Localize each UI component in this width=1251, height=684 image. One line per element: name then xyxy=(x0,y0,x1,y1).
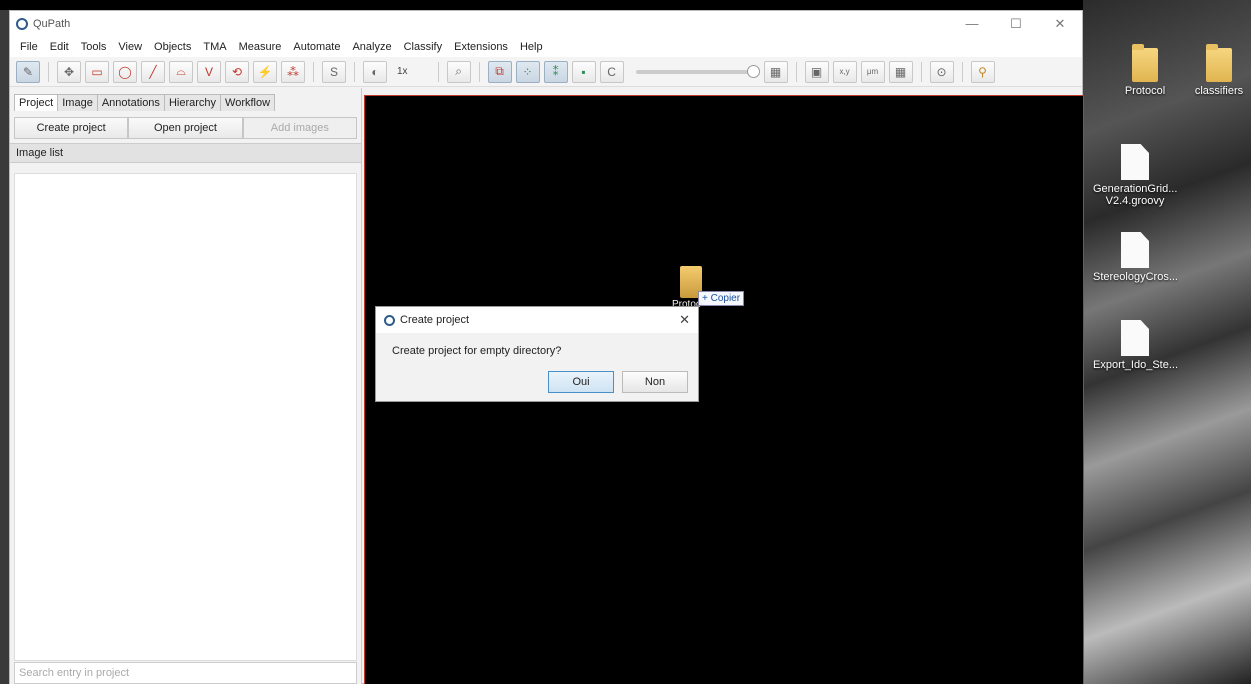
show-connections-icon[interactable]: C xyxy=(599,60,624,83)
line-tool-icon[interactable]: ╱ xyxy=(141,60,165,83)
menu-objects[interactable]: Objects xyxy=(148,41,197,53)
menu-view[interactable]: View xyxy=(112,41,148,53)
desktop-icon-stereology[interactable]: StereologyCros... xyxy=(1093,232,1178,283)
file-icon xyxy=(1121,232,1149,268)
slider-knob[interactable] xyxy=(746,64,760,78)
pencil-tool-icon[interactable]: ✎ xyxy=(16,60,40,83)
desktop-icon-label: Export_Ido_Ste... xyxy=(1093,359,1178,371)
maximize-button[interactable]: ☐ xyxy=(994,16,1038,32)
log-icon[interactable]: ⚲ xyxy=(970,60,995,83)
title-bar: QuPath — ☐ ✕ xyxy=(10,11,1082,37)
tab-annotations[interactable]: Annotations xyxy=(96,94,165,111)
opacity-slider[interactable] xyxy=(635,64,760,78)
oui-button[interactable]: Oui xyxy=(548,371,614,393)
dialog-title-bar: Create project ✕ xyxy=(376,307,698,333)
create-project-dialog: Create project ✕ Create project for empt… xyxy=(375,306,699,402)
toolbar: ✎ ✥ ▭ ◯ ╱ ⌓ V ⟲ ⚡ ⁂ S ◐ 1x ⌕ ⧉ ⁘ ⁑ ▪ C ▦… xyxy=(10,57,1082,87)
menu-classify[interactable]: Classify xyxy=(398,41,449,53)
wand-tool-icon[interactable]: ⚡ xyxy=(253,60,277,83)
fill-detections-icon[interactable]: ▪ xyxy=(571,60,596,83)
add-images-button[interactable]: Add images xyxy=(242,117,357,139)
desktop-icon-classifiers[interactable]: classifiers xyxy=(1187,44,1251,97)
show-tma-grid-icon[interactable]: ⁘ xyxy=(515,60,540,83)
tab-workflow[interactable]: Workflow xyxy=(220,94,276,111)
menu-help[interactable]: Help xyxy=(514,41,549,53)
image-list-header: Image list xyxy=(10,143,361,163)
ellipse-tool-icon[interactable]: ◯ xyxy=(113,60,137,83)
rectangle-tool-icon[interactable]: ▭ xyxy=(85,60,109,83)
show-detections-icon[interactable]: ⁑ xyxy=(543,60,568,83)
folder-icon xyxy=(1206,44,1232,82)
show-scalebar-icon[interactable]: μm xyxy=(860,60,885,83)
show-location-icon[interactable]: x,y xyxy=(832,60,857,83)
create-project-button[interactable]: Create project xyxy=(14,117,129,139)
project-buttons: Create project Open project Add images xyxy=(10,111,361,143)
show-annotations-icon[interactable]: ⧉ xyxy=(487,60,512,83)
qupath-logo-icon xyxy=(384,314,395,326)
dialog-message: Create project for empty directory? xyxy=(392,345,562,357)
menu-analyze[interactable]: Analyze xyxy=(346,41,397,53)
brush-tool-icon[interactable]: ⟲ xyxy=(225,60,249,83)
desktop-icon-export[interactable]: Export_Ido_Ste... xyxy=(1093,320,1178,371)
menu-measure[interactable]: Measure xyxy=(233,41,288,53)
non-button[interactable]: Non xyxy=(622,371,688,393)
menu-tma[interactable]: TMA xyxy=(197,41,232,53)
menu-tools[interactable]: Tools xyxy=(75,41,113,53)
desktop-icon-protocol[interactable]: Protocol xyxy=(1115,44,1175,97)
menu-extensions[interactable]: Extensions xyxy=(448,41,514,53)
measurement-icon[interactable]: ⊙ xyxy=(929,60,954,83)
desktop-icon-generationgrid[interactable]: GenerationGrid... V2.4.groovy xyxy=(1093,144,1177,207)
dialog-close-button[interactable]: ✕ xyxy=(679,312,690,328)
tab-project[interactable]: Project xyxy=(14,94,59,111)
toolbar-separator xyxy=(478,61,480,82)
desktop-icon-label: GenerationGrid... V2.4.groovy xyxy=(1093,183,1178,207)
desktop-icon-label: StereologyCros... xyxy=(1093,271,1178,283)
desktop: Protocol classifiers GenerationGrid... V… xyxy=(1083,0,1251,684)
panel-tabs: Project Image Annotations Hierarchy Work… xyxy=(10,88,361,111)
dialog-title: Create project xyxy=(400,314,470,326)
move-tool-icon[interactable]: ✥ xyxy=(57,60,81,83)
minimize-button[interactable]: — xyxy=(950,16,994,32)
toolbar-separator xyxy=(961,61,963,82)
tab-image[interactable]: Image xyxy=(57,94,98,111)
window-title: QuPath xyxy=(33,18,71,30)
desktop-icon-label: classifiers xyxy=(1194,85,1244,97)
toolbar-separator xyxy=(313,61,314,82)
tab-hierarchy[interactable]: Hierarchy xyxy=(163,94,222,111)
menu-edit[interactable]: Edit xyxy=(44,41,75,53)
file-icon xyxy=(1121,320,1149,356)
polyline-tool-icon[interactable]: V xyxy=(197,60,221,83)
toolbar-separator xyxy=(437,61,439,82)
toolbar-separator xyxy=(48,61,49,82)
file-icon xyxy=(1121,144,1149,180)
menu-bar: File Edit Tools View Objects TMA Measure… xyxy=(10,37,1082,57)
window-controls: — ☐ ✕ xyxy=(950,16,1082,32)
open-project-button[interactable]: Open project xyxy=(128,117,243,139)
toolbar-separator xyxy=(795,61,797,82)
close-button[interactable]: ✕ xyxy=(1038,16,1082,32)
desktop-icon-label: Protocol xyxy=(1124,85,1166,97)
copy-tooltip: + Copier xyxy=(698,291,745,306)
show-overview-icon[interactable]: ▣ xyxy=(804,60,829,83)
show-grid-icon[interactable]: ▦ xyxy=(763,60,788,83)
folder-icon xyxy=(1132,44,1158,82)
dialog-buttons: Oui Non xyxy=(548,371,688,393)
zoom-level: 1x xyxy=(397,66,408,77)
search-input[interactable]: Search entry in project xyxy=(14,662,357,684)
image-list[interactable] xyxy=(14,173,357,661)
show-pixel-grid-icon[interactable]: ▦ xyxy=(888,60,913,83)
menu-file[interactable]: File xyxy=(14,41,44,53)
brightness-contrast-icon[interactable]: ◐ xyxy=(363,60,387,83)
screen-top-bar xyxy=(0,0,1251,10)
menu-automate[interactable]: Automate xyxy=(287,41,346,53)
zoom-to-fit-icon[interactable]: ⌕ xyxy=(446,60,471,83)
toolbar-separator xyxy=(920,61,922,82)
points-tool-icon[interactable]: ⁂ xyxy=(281,60,305,83)
toolbar-separator xyxy=(354,61,355,82)
qupath-logo-icon xyxy=(16,18,28,30)
polygon-tool-icon[interactable]: ⌓ xyxy=(169,60,193,83)
left-panel: Project Image Annotations Hierarchy Work… xyxy=(10,88,362,684)
selection-mode-icon[interactable]: S xyxy=(322,60,346,83)
